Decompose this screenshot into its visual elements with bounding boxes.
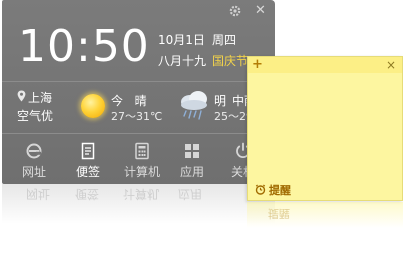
- today-temperature: 27～31℃: [111, 110, 163, 123]
- sticky-note-titlebar[interactable]: + ×: [248, 57, 402, 73]
- gear-icon[interactable]: [229, 5, 241, 17]
- clock-time: 10:50: [18, 21, 150, 72]
- notes-icon: [81, 142, 95, 160]
- tomorrow-label: 明: [214, 94, 227, 108]
- divider: [2, 81, 275, 82]
- close-icon[interactable]: ✕: [255, 4, 266, 18]
- reflection-text: 计算机: [123, 187, 160, 201]
- today-condition: 晴: [134, 94, 147, 108]
- tool-notes-button[interactable]: 便签: [66, 138, 110, 182]
- rain-cloud-icon: [181, 91, 207, 120]
- ie-icon: [26, 143, 42, 159]
- reflection-text: 便签: [75, 187, 100, 201]
- holiday-label: 国庆节: [212, 54, 249, 68]
- alarm-clock-icon[interactable]: [255, 184, 266, 195]
- tool-calculator-button[interactable]: 计算机: [120, 138, 164, 182]
- widget-reflection: 网址 便签 计算机 应用: [2, 184, 275, 224]
- sticky-note-reflection: 提醒: [247, 202, 403, 228]
- reflection-text: 网址: [26, 187, 51, 201]
- close-note-button[interactable]: ×: [386, 57, 396, 73]
- lunar-date-label: 八月十九: [158, 54, 207, 68]
- city-label[interactable]: 上海: [28, 89, 52, 106]
- weekday-label: 周四: [212, 33, 237, 47]
- tool-web-button[interactable]: 网址: [12, 138, 56, 182]
- date-label: 10月1日: [158, 33, 205, 47]
- reflection-text: 提醒: [268, 207, 290, 220]
- tool-web-label: 网址: [21, 165, 46, 179]
- apps-icon: [185, 144, 199, 158]
- reflection-text: 应用: [178, 187, 203, 201]
- sun-icon: [81, 94, 105, 118]
- tool-notes-label: 便签: [75, 165, 100, 179]
- tool-calculator-label: 计算机: [123, 165, 160, 179]
- reminder-button[interactable]: 提醒: [269, 182, 291, 198]
- tool-apps-button[interactable]: 应用: [170, 138, 214, 182]
- tool-apps-label: 应用: [179, 165, 204, 179]
- location-pin-icon: [17, 90, 26, 102]
- today-label: 今: [111, 94, 124, 108]
- divider: [2, 133, 275, 134]
- air-quality-label: 空气优: [17, 109, 54, 123]
- clock-weather-widget: ✕ 10:50 10月1日 周四 八月十九 国庆节 上海 空气优 今 晴 27～…: [2, 0, 275, 184]
- calculator-icon: [135, 142, 149, 160]
- add-note-button[interactable]: +: [252, 57, 263, 73]
- sticky-note[interactable]: + × 提醒: [247, 56, 403, 201]
